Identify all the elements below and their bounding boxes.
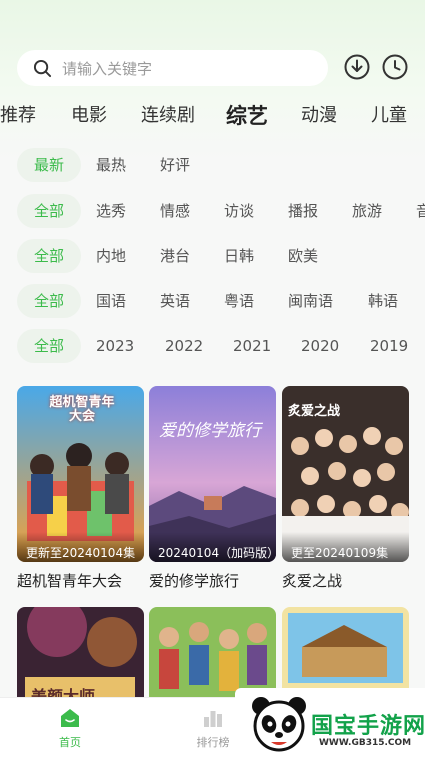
filter-chip[interactable]: 2019 [370, 329, 408, 363]
filter-chip[interactable]: 粤语 [224, 284, 254, 318]
show-title: 炙爱之战 [282, 572, 343, 590]
download-icon[interactable] [343, 53, 371, 81]
filter-chip[interactable]: 访谈 [224, 194, 254, 228]
filter-chip[interactable]: 日韩 [224, 239, 254, 273]
category-tabs: 推荐 电影 连续剧 综艺 动漫 儿童 [0, 100, 425, 132]
filter-chip[interactable]: 播报 [288, 194, 318, 228]
filter-chip[interactable]: 内地 [96, 239, 126, 273]
show-card[interactable]: 爱的修学旅行 20240104（加码版） 爱的修学旅行 [149, 386, 276, 591]
filter-chip[interactable]: 韩语 [368, 284, 398, 318]
filter-chip[interactable]: 全部 [17, 194, 81, 228]
filter-chip[interactable]: 2020 [301, 329, 339, 363]
filter-chip[interactable]: 闽南语 [288, 284, 333, 318]
filter-chip[interactable]: 2022 [165, 329, 203, 363]
filter-row-sort: 最新 最热 好评 [0, 148, 425, 182]
filter-row-language: 全部 国语 英语 粤语 闽南语 韩语 [0, 284, 425, 318]
filter-chip[interactable]: 最新 [17, 148, 81, 182]
tab-kids[interactable]: 儿童 [371, 100, 407, 132]
filter-chip[interactable]: 港台 [160, 239, 190, 273]
filter-chip[interactable]: 情感 [160, 194, 190, 228]
filter-chip[interactable]: 最热 [96, 148, 126, 182]
watermark-url: WWW.GB315.COM [319, 738, 412, 748]
tab-recommend[interactable]: 推荐 [0, 100, 36, 132]
filter-chip[interactable]: 音 [416, 194, 425, 228]
show-poster[interactable]: 炙爱之战 更至20240109集 [282, 386, 409, 562]
poster-title-text: 炙爱之战 [288, 404, 341, 419]
tab-variety[interactable]: 综艺 [226, 100, 268, 132]
filter-chip[interactable]: 好评 [160, 148, 190, 182]
filter-chip[interactable]: 旅游 [352, 194, 382, 228]
filter-chip[interactable]: 2023 [96, 329, 134, 363]
search-bar[interactable]: 请输入关键字 [17, 50, 328, 86]
filter-chip[interactable]: 选秀 [96, 194, 126, 228]
site-watermark: 国宝手游网 WWW.GB315.COM [235, 688, 425, 757]
nav-home[interactable]: 首页 [35, 708, 105, 750]
filter-chip[interactable]: 欧美 [288, 239, 318, 273]
ranking-icon [204, 711, 222, 727]
show-card[interactable]: 炙爱之战 更至20240109集 炙爱之战 [282, 386, 409, 591]
poster-update-caption: 20240104（加码版） [149, 532, 276, 562]
poster-title-text: 超机智青年大会 [49, 395, 115, 424]
nav-label: 首页 [59, 736, 81, 749]
tab-anime[interactable]: 动漫 [301, 100, 337, 132]
show-title: 爱的修学旅行 [149, 572, 240, 590]
filter-chip[interactable]: 全部 [17, 239, 81, 273]
poster-title-text: 爱的修学旅行 [159, 421, 261, 441]
show-poster[interactable]: 爱的修学旅行 20240104（加码版） [149, 386, 276, 562]
filter-chip[interactable]: 全部 [17, 329, 81, 363]
search-row: 请输入关键字 [17, 50, 415, 86]
filter-chip[interactable]: 国语 [96, 284, 126, 318]
watermark-name: 国宝手游网 [311, 714, 425, 739]
show-title: 超机智青年大会 [17, 572, 123, 590]
show-poster[interactable]: 超机智青年大会 更新至20240104集 [17, 386, 144, 562]
filter-row-year: 全部 2023 2022 2021 2020 2019 [0, 329, 425, 363]
filter-chip[interactable]: 英语 [160, 284, 190, 318]
filter-chip[interactable]: 2021 [233, 329, 271, 363]
tab-series[interactable]: 连续剧 [141, 100, 195, 132]
filter-chip[interactable]: 全部 [17, 284, 81, 318]
search-icon [33, 59, 52, 77]
tab-movie[interactable]: 电影 [71, 100, 107, 132]
show-card[interactable]: 超机智青年大会 更新至20240104集 超机智青年大会 [17, 386, 144, 591]
history-icon[interactable] [381, 53, 409, 81]
filter-row-genre: 全部 选秀 情感 访谈 播报 旅游 音 [0, 194, 425, 228]
filter-row-region: 全部 内地 港台 日韩 欧美 [0, 239, 425, 273]
poster-update-caption: 更新至20240104集 [17, 532, 144, 562]
home-icon [61, 709, 79, 727]
search-input[interactable]: 请输入关键字 [62, 58, 152, 79]
panda-logo-icon [252, 697, 306, 752]
poster-update-caption: 更至20240109集 [282, 532, 409, 562]
